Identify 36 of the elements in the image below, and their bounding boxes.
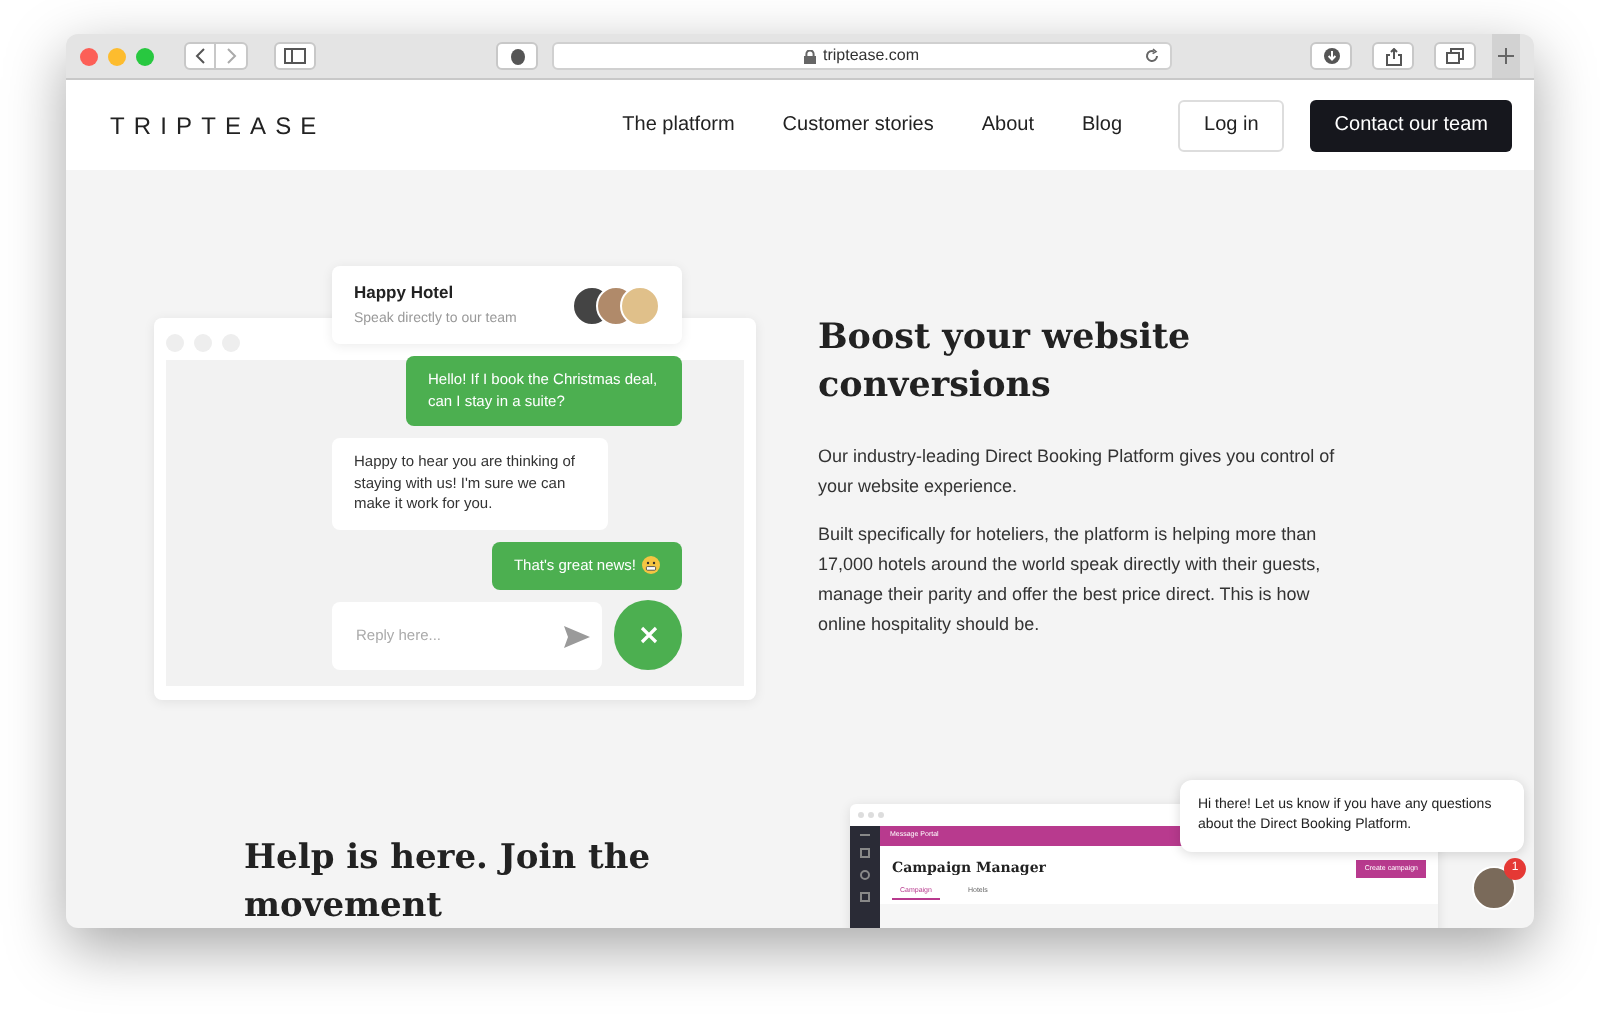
tabs-button[interactable] [1434,42,1476,70]
feature-paragraph: Our industry-leading Direct Booking Platform gives you control of your website experience. [818,444,1337,500]
send-icon[interactable] [564,625,590,647]
address-bar[interactable]: triptease.com [552,42,1172,70]
share-icon [1385,47,1401,65]
reload-icon[interactable] [1144,48,1160,64]
close-icon [639,626,657,644]
nav-link[interactable]: The platform [598,110,759,140]
new-tab-button[interactable] [1492,34,1520,78]
nav-link[interactable]: Customer stories [758,110,958,140]
download-icon [1323,48,1339,64]
app-sidebar [850,826,880,928]
hotel-name: Happy Hotel [354,279,456,306]
share-button[interactable] [1372,42,1414,70]
forward-chevron-icon [225,48,237,64]
section-heading: Help is here. Join the movement [244,836,653,928]
privacy-button[interactable] [496,42,538,70]
grimacing-face-icon [642,556,660,575]
url-text: triptease.com [822,44,920,68]
agent-avatar [620,285,660,325]
nav-link[interactable]: About [957,110,1059,140]
back-button[interactable] [184,42,216,70]
feature-heading: Boost your website conversions [818,316,1193,410]
nav-link[interactable]: Blog [1058,110,1147,140]
sidebar-button[interactable] [274,42,316,70]
feature-paragraph: Built specifically for hoteliers, the platform is helping more than 17,000 hotels around the world speak directly with their guests, manage their parity and offer the best price direct. This is how online hospitality should be. [818,522,1323,638]
plus-icon [1498,48,1514,64]
back-chevron-icon [194,48,206,64]
contact-button[interactable]: Contact our team [1310,99,1512,151]
logo[interactable]: TRIPTEASE [110,107,326,143]
login-button[interactable]: Log in [1178,99,1285,151]
chat-launcher-avatar[interactable] [1472,866,1516,910]
lock-icon [804,49,817,63]
sidebar-icon [284,48,306,64]
tabs-icon [1446,48,1464,64]
downloads-button[interactable] [1310,42,1352,70]
